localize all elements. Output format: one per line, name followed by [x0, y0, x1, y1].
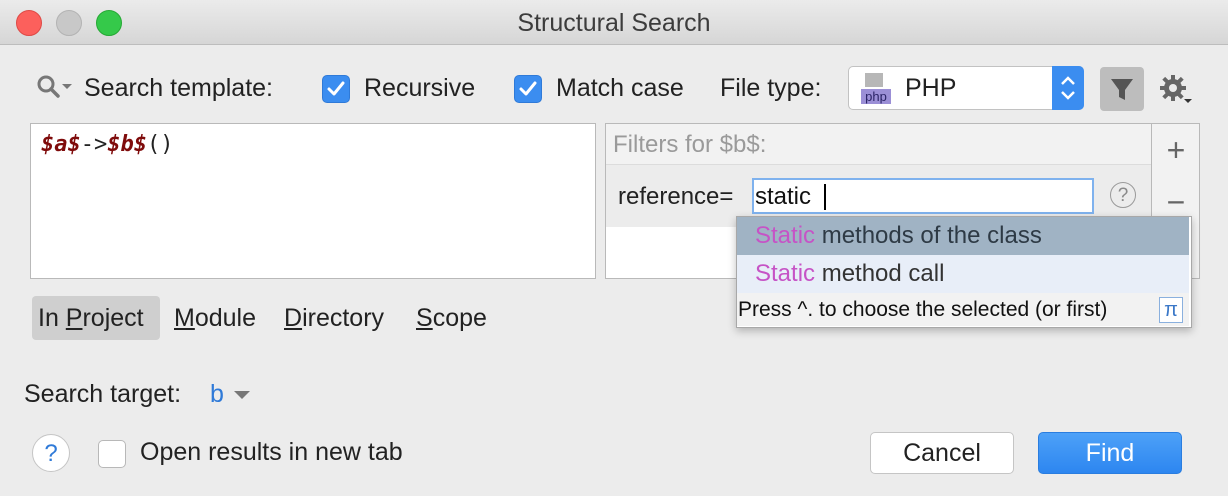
checkmark-icon: [327, 81, 345, 96]
template-code: $a$->$b$(): [41, 132, 174, 157]
php-badge: php: [861, 89, 891, 104]
code-parens: (): [147, 132, 174, 157]
checkmark-icon: [519, 81, 537, 96]
chevron-down-icon: [234, 391, 251, 399]
completion-rest: methods of the class: [815, 222, 1042, 249]
pi-icon[interactable]: π: [1159, 297, 1183, 323]
scope-label-rest: roject: [82, 304, 144, 332]
add-filter-button[interactable]: +: [1162, 130, 1190, 170]
window-title: Structural Search: [517, 9, 711, 37]
scope-directory[interactable]: Directory: [284, 296, 384, 340]
filter-help-icon[interactable]: ?: [1110, 182, 1136, 208]
scope-label-rest: irectory: [302, 304, 385, 332]
select-stepper-icon[interactable]: [1052, 66, 1084, 110]
scope-in-project[interactable]: In Project: [32, 296, 160, 340]
reference-filter-value: static: [755, 183, 812, 210]
scope-accelerator: S: [416, 304, 433, 332]
help-button[interactable]: ?: [32, 434, 70, 472]
file-type-value: PHP: [905, 74, 957, 102]
scope-label-rest: odule: [194, 304, 256, 332]
search-target-dropdown[interactable]: b: [210, 380, 252, 412]
find-button[interactable]: Find: [1038, 432, 1182, 474]
code-var-a: $a$: [41, 132, 81, 157]
recursive-label[interactable]: Recursive: [364, 74, 475, 103]
file-type-label: File type:: [720, 74, 822, 102]
filter-button[interactable]: [1100, 67, 1144, 111]
search-template-label: Search template:: [84, 74, 273, 102]
scope-module[interactable]: Module: [174, 296, 256, 340]
code-var-b: $b$: [107, 132, 147, 157]
filter-reference-label: reference=: [618, 183, 734, 210]
completion-item[interactable]: Static method call: [737, 255, 1189, 293]
completion-item[interactable]: Static methods of the class: [737, 217, 1189, 255]
search-target-label: Search target:: [24, 380, 182, 408]
match-case-checkbox[interactable]: [514, 75, 542, 103]
scope-accelerator: M: [174, 304, 195, 332]
cancel-button[interactable]: Cancel: [870, 432, 1014, 474]
php-file-icon: php: [861, 73, 891, 105]
scope-accelerator: P: [65, 304, 83, 332]
completion-match: Static: [755, 260, 816, 287]
open-new-tab-label[interactable]: Open results in new tab: [140, 438, 403, 467]
scope-label-prefix: In: [38, 304, 66, 332]
completion-match: Static: [755, 222, 816, 249]
scope-label-rest: cope: [432, 304, 487, 332]
file-type-select[interactable]: php PHP: [848, 66, 1084, 110]
search-history-icon[interactable]: [36, 74, 76, 104]
open-new-tab-checkbox[interactable]: [98, 440, 126, 468]
text-caret: [824, 184, 826, 210]
code-arrow: ->: [80, 132, 108, 157]
filters-header-label: Filters for $b$:: [613, 131, 767, 158]
title-bar: Structural Search: [0, 0, 1228, 45]
match-case-label[interactable]: Match case: [556, 74, 684, 103]
recursive-checkbox[interactable]: [322, 75, 350, 103]
scope-accelerator: D: [284, 304, 303, 332]
scope-scope[interactable]: Scope: [416, 296, 487, 340]
reference-filter-input[interactable]: static: [752, 178, 1094, 214]
settings-gear-icon[interactable]: [1158, 72, 1194, 108]
completion-hint: Press ^. to choose the selected (or firs…: [737, 293, 1189, 326]
completion-popup: Static methods of the class Static metho…: [736, 216, 1192, 328]
template-editor[interactable]: $a$->$b$(): [30, 123, 596, 279]
filters-header: Filters for $b$:: [606, 124, 1151, 165]
structural-search-dialog: Structural Search Search template: Recur…: [0, 0, 1228, 496]
funnel-icon: [1111, 79, 1133, 100]
search-target-value: b: [210, 380, 224, 408]
completion-rest: method call: [815, 260, 945, 287]
